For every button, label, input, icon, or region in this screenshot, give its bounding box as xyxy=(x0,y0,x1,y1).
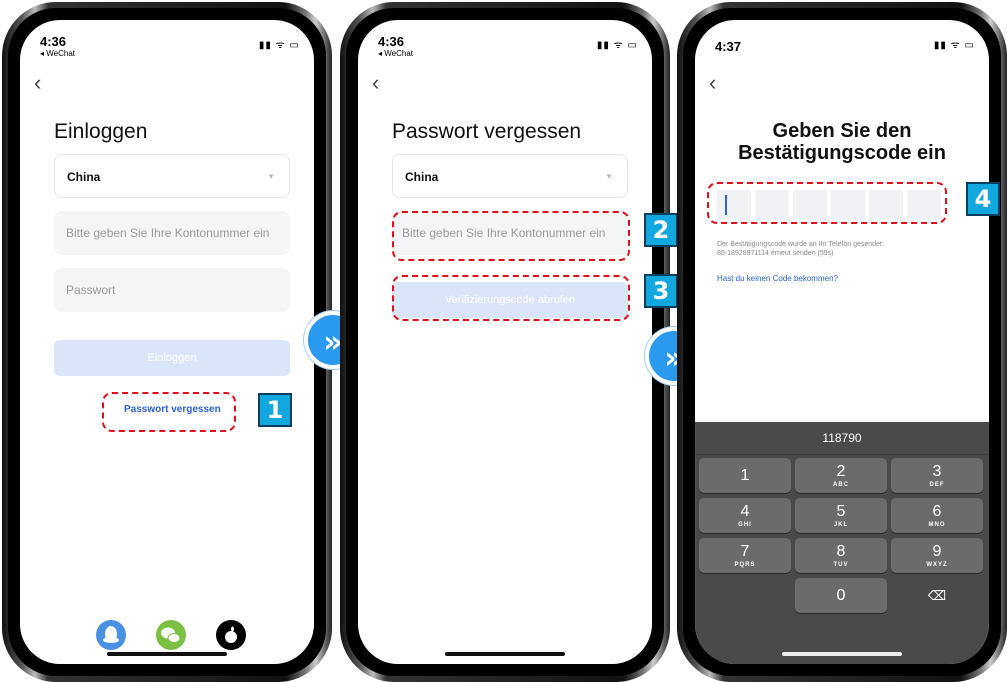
country-value: China xyxy=(67,170,101,184)
step-badge-1: 1 xyxy=(258,393,292,427)
key-4[interactable]: 4 GHI xyxy=(699,498,791,533)
page-title: Geben Sie den Bestätigungscode ein xyxy=(695,120,989,164)
qq-icon[interactable] xyxy=(96,620,126,650)
back-chevron-icon[interactable]: ‹ xyxy=(709,72,716,94)
phone-login: 4:36 ◂ WeChat ▮▮ ᯤ ▭ ‹ Einloggen China ▼… xyxy=(2,2,332,682)
status-time: 4:36 xyxy=(40,34,67,49)
status-icons: ▮▮ ᯤ ▭ xyxy=(258,40,300,51)
key-0[interactable]: 0 xyxy=(795,578,887,613)
page-title: Passwort vergessen xyxy=(392,120,582,143)
apple-icon[interactable] xyxy=(216,620,246,650)
title-line-2: Bestätigungscode ein xyxy=(738,142,946,164)
chevron-down-icon: ▼ xyxy=(267,172,275,181)
key-3[interactable]: 3 DEF xyxy=(891,458,983,493)
status-icons: ▮▮ ᯤ ▭ xyxy=(933,40,975,51)
country-select[interactable]: China ▼ xyxy=(392,154,628,198)
highlight-forgot-password xyxy=(102,392,236,432)
phone-forgot-password: 4:36 ◂ WeChat ▮▮ ᯤ ▭ ‹ Passwort vergesse… xyxy=(340,2,670,682)
home-indicator xyxy=(782,652,902,656)
step-badge-4: 4 xyxy=(966,182,1000,216)
key-9[interactable]: 9 WXYZ xyxy=(891,538,983,573)
code-sent-info: Der Bestätigungscode wurde an Ihr Telefo… xyxy=(717,240,967,258)
step-badge-3: 3 xyxy=(644,274,678,308)
wechat-icon[interactable] xyxy=(156,620,186,650)
status-bar: 4:36 ◂ WeChat ▮▮ ᯤ ▭ xyxy=(378,34,638,62)
status-carrier: ◂ WeChat xyxy=(40,49,75,58)
forgot-password-screen: 4:36 ◂ WeChat ▮▮ ᯤ ▭ ‹ Passwort vergesse… xyxy=(358,20,652,664)
status-icons: ▮▮ ᯤ ▭ xyxy=(596,40,638,51)
key-8[interactable]: 8 TUV xyxy=(795,538,887,573)
highlight-code-input xyxy=(707,182,947,224)
key-5[interactable]: 5 JKL xyxy=(795,498,887,533)
key-2[interactable]: 2 ABC xyxy=(795,458,887,493)
key-7[interactable]: 7 PQRS xyxy=(699,538,791,573)
status-carrier: ◂ WeChat xyxy=(378,49,413,58)
page-title: Einloggen xyxy=(54,120,148,143)
key-1[interactable]: 1 xyxy=(699,458,791,493)
verification-screen: 4:37 ▮▮ ᯤ ▭ ‹ Geben Sie den Bestätigungs… xyxy=(695,20,989,664)
status-bar: 4:36 ◂ WeChat ▮▮ ᯤ ▭ xyxy=(40,34,300,62)
chevron-down-icon: ▼ xyxy=(605,172,613,181)
home-indicator xyxy=(107,652,227,656)
no-code-link[interactable]: Hast du keinen Code bekommen? xyxy=(717,274,838,283)
login-button[interactable]: Einloggen xyxy=(54,340,290,376)
status-bar: 4:37 ▮▮ ᯤ ▭ xyxy=(715,34,975,62)
back-chevron-icon[interactable]: ‹ xyxy=(34,72,41,94)
title-line-1: Geben Sie den xyxy=(772,120,912,142)
resend-line[interactable]: 86-18928971114 erneut senden (59s) xyxy=(717,249,967,258)
back-chevron-icon[interactable]: ‹ xyxy=(372,72,379,94)
highlight-account-input xyxy=(392,211,630,261)
highlight-verify-button xyxy=(392,275,630,321)
country-value: China xyxy=(405,170,439,184)
phone-verification-code: 4:37 ▮▮ ᯤ ▭ ‹ Geben Sie den Bestätigungs… xyxy=(677,2,1007,682)
step-badge-2: 2 xyxy=(644,213,678,247)
account-input[interactable]: Bitte geben Sie Ihre Kontonummer ein xyxy=(54,211,290,255)
login-screen: 4:36 ◂ WeChat ▮▮ ᯤ ▭ ‹ Einloggen China ▼… xyxy=(20,20,314,664)
status-time: 4:37 xyxy=(715,39,742,54)
password-input[interactable]: Passwort xyxy=(54,268,290,312)
keyboard-suggestion[interactable]: 118790 xyxy=(695,422,989,455)
backspace-icon[interactable]: ⌫ xyxy=(891,578,983,613)
numeric-keyboard: 118790 1 2 ABC 3 DEF 4 GHI 5 JKL 6 MNO 7 PQRS … xyxy=(695,422,989,664)
key-6[interactable]: 6 MNO xyxy=(891,498,983,533)
home-indicator xyxy=(445,652,565,656)
country-select[interactable]: China ▼ xyxy=(54,154,290,198)
code-sent-line: Der Bestätigungscode wurde an Ihr Telefo… xyxy=(717,241,884,248)
status-time: 4:36 xyxy=(378,34,405,49)
